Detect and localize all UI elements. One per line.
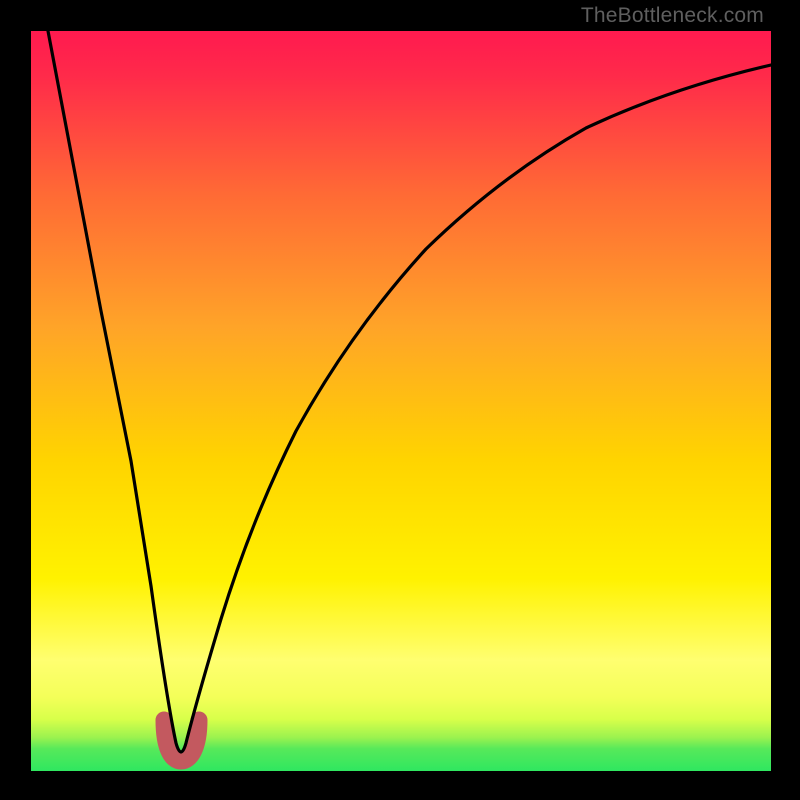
watermark-text: TheBottleneck.com — [581, 4, 764, 28]
gradient-background — [31, 31, 771, 771]
plot-area — [31, 31, 771, 771]
chart-svg — [31, 31, 771, 771]
chart-frame: TheBottleneck.com — [0, 0, 800, 800]
